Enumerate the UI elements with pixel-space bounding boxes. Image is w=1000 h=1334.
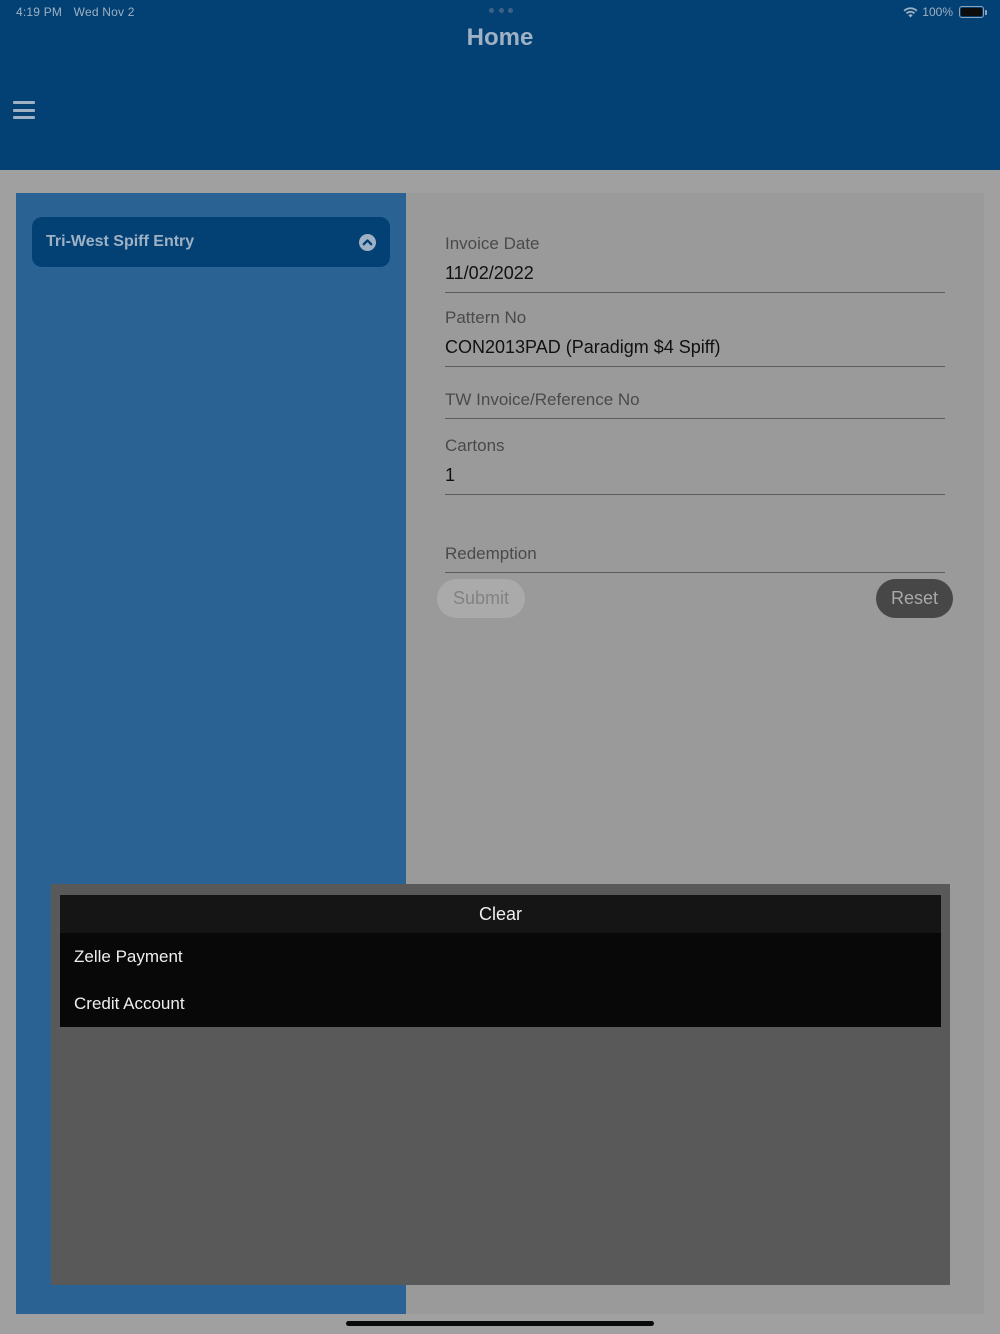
invoice-date-field[interactable]: Invoice Date 11/02/2022	[445, 234, 945, 293]
cartons-value[interactable]: 1	[445, 465, 945, 494]
redemption-picker: Clear Zelle Payment Credit Account	[51, 884, 950, 1285]
tw-invoice-placeholder: TW Invoice/Reference No	[445, 390, 640, 409]
cartons-label: Cartons	[445, 436, 505, 455]
accordion-title: Tri-West Spiff Entry	[46, 233, 195, 250]
accordion-tri-west-spiff-entry[interactable]: Tri-West Spiff Entry	[32, 217, 390, 267]
battery-icon	[959, 6, 987, 18]
redemption-field[interactable]: Redemption	[445, 544, 945, 573]
chevron-up-circle-icon	[359, 233, 376, 251]
pattern-no-field[interactable]: Pattern No CON2013PAD (Paradigm $4 Spiff…	[445, 308, 945, 367]
status-bar-right: 100%	[903, 4, 987, 20]
invoice-date-label: Invoice Date	[445, 234, 540, 253]
pattern-no-value[interactable]: CON2013PAD (Paradigm $4 Spiff)	[445, 337, 945, 366]
status-time: 4:19 PM	[16, 5, 63, 19]
submit-button[interactable]: Submit	[437, 579, 525, 618]
multitasking-dots-icon[interactable]	[489, 8, 513, 14]
status-date: Wed Nov 2	[73, 5, 135, 19]
hamburger-menu-icon[interactable]	[13, 101, 35, 119]
picker-options-list: Zelle Payment Credit Account	[60, 933, 941, 1027]
battery-percent: 100%	[922, 5, 953, 19]
reset-button[interactable]: Reset	[876, 579, 953, 618]
redemption-placeholder: Redemption	[445, 544, 537, 563]
wifi-icon	[903, 6, 918, 17]
invoice-date-value[interactable]: 11/02/2022	[445, 263, 945, 292]
page-title: Home	[466, 24, 534, 51]
app-header: 4:19 PM Wed Nov 2 100% Home	[0, 0, 1000, 170]
pattern-no-label: Pattern No	[445, 308, 527, 327]
home-indicator[interactable]	[346, 1321, 654, 1326]
picker-clear-button[interactable]: Clear	[60, 895, 941, 933]
picker-option-zelle-payment[interactable]: Zelle Payment	[60, 933, 941, 980]
status-bar-left: 4:19 PM Wed Nov 2	[16, 5, 143, 19]
picker-option-credit-account[interactable]: Credit Account	[60, 980, 941, 1027]
tw-invoice-field[interactable]: TW Invoice/Reference No	[445, 390, 945, 419]
cartons-field[interactable]: Cartons 1	[445, 436, 945, 495]
